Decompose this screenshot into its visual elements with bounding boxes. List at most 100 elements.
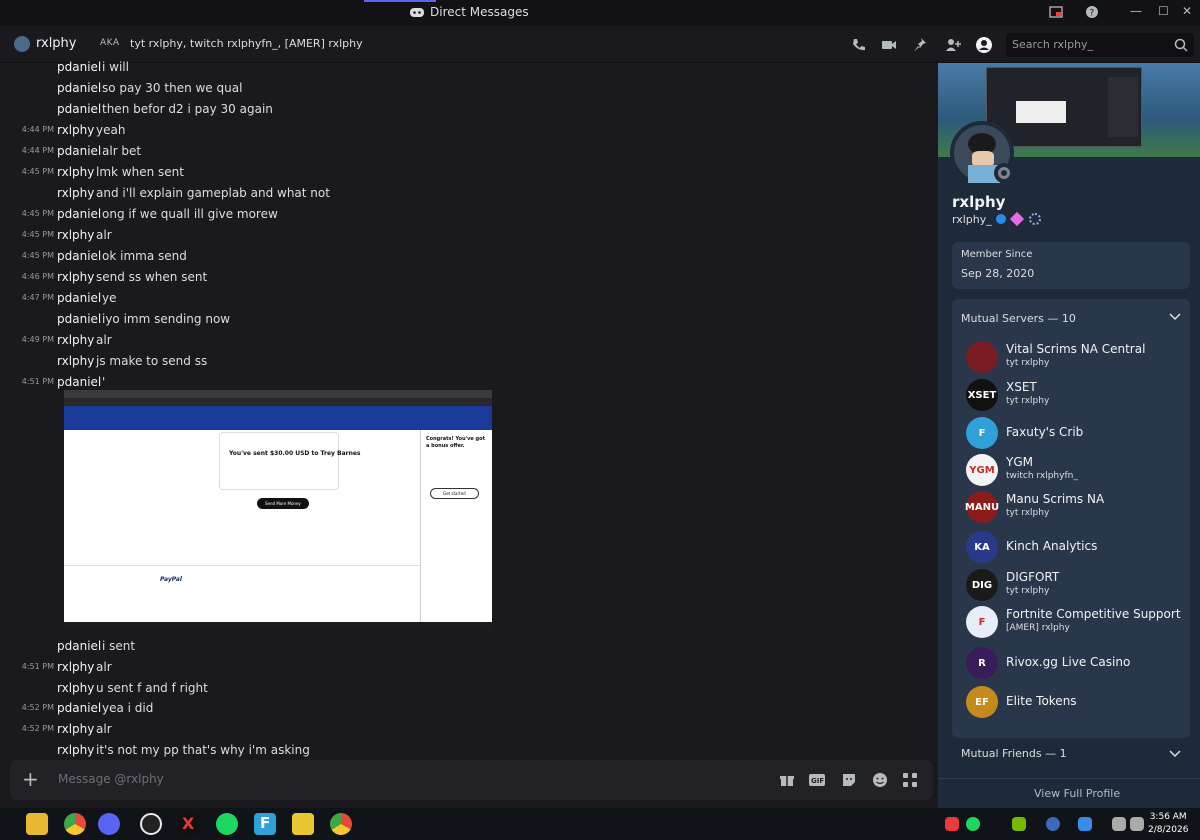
message-author[interactable]: rxlphy	[57, 743, 94, 757]
mutual-server-item[interactable]: KA Kinch Analytics	[966, 530, 1188, 564]
chevron-down-icon[interactable]	[1168, 312, 1182, 322]
mutual-server-item[interactable]: EF Elite Tokens	[966, 685, 1188, 719]
apps-icon[interactable]	[901, 771, 919, 789]
add-attachment-icon[interactable]: +	[22, 767, 39, 791]
message-composer[interactable]: + Message @rxlphy GIF	[10, 760, 933, 800]
profile-toggle-icon[interactable]	[975, 36, 993, 54]
maximize-icon[interactable]: ☐	[1158, 4, 1169, 18]
badge-icon[interactable]	[996, 214, 1006, 224]
message-row[interactable]: pdaniel i will	[0, 60, 938, 78]
message-row[interactable]: rxlphy and i'll explain gameplab and what…	[0, 184, 938, 204]
mutual-server-item[interactable]: MANU Manu Scrims NA tyt rxlphy	[965, 490, 1188, 524]
message-row[interactable]: pdaniel iyo imm sending now	[0, 310, 938, 330]
x-app-icon[interactable]: X	[178, 813, 200, 835]
voice-call-icon[interactable]	[850, 36, 868, 54]
message-list[interactable]: pdaniel i will pdaniel so pay 30 then we qu…	[0, 60, 938, 760]
mutual-friends-label[interactable]: Mutual Friends — 1	[961, 747, 1067, 760]
mutual-server-item[interactable]: Vital Scrims NA Central tyt rxlphy	[966, 340, 1188, 374]
message-author[interactable]: pdaniel	[57, 102, 101, 116]
message-author[interactable]: rxlphy	[57, 270, 94, 284]
message-author[interactable]: pdaniel	[57, 144, 101, 158]
chevron-down-icon[interactable]	[1168, 749, 1182, 759]
message-row[interactable]: pdaniel then befor d2 i pay 30 again	[0, 100, 938, 120]
attachment-image[interactable]: You've sent $30.00 USD to Trey Barnes Se…	[64, 390, 492, 630]
message-author[interactable]: pdaniel	[57, 81, 101, 95]
message-input[interactable]: Message @rxlphy	[58, 772, 164, 786]
message-author[interactable]: rxlphy	[57, 660, 94, 674]
file-explorer-icon[interactable]	[26, 813, 48, 835]
message-row[interactable]: pdaniel so pay 30 then we qual	[0, 79, 938, 99]
message-author[interactable]: pdaniel	[57, 701, 101, 715]
tray-nvidia-icon[interactable]	[1012, 817, 1026, 831]
video-call-icon[interactable]	[880, 36, 898, 54]
tray-spotify-icon[interactable]	[966, 817, 980, 831]
message-author[interactable]: pdaniel	[57, 639, 101, 653]
message-author[interactable]: rxlphy	[57, 123, 94, 137]
message-row[interactable]: 4:51 PM rxlphy alr	[0, 658, 938, 678]
sticker-icon[interactable]	[840, 771, 858, 789]
message-author[interactable]: rxlphy	[57, 228, 94, 242]
spotify-icon[interactable]	[216, 813, 238, 835]
message-row[interactable]: 4:46 PM rxlphy send ss when sent	[0, 268, 938, 288]
tray-steam-icon[interactable]	[1046, 817, 1060, 831]
boost-badge-icon[interactable]	[1029, 213, 1041, 225]
mutual-server-item[interactable]: DIG DIGFORT tyt rxlphy	[966, 568, 1188, 602]
message-author[interactable]: rxlphy	[57, 186, 94, 200]
message-row[interactable]: 4:45 PM pdaniel ong if we quall ill give m…	[0, 205, 938, 225]
tray-volume-icon[interactable]	[1130, 817, 1144, 831]
message-author[interactable]: pdaniel	[57, 312, 101, 326]
chrome-icon[interactable]	[64, 813, 86, 835]
add-friends-icon[interactable]	[944, 36, 962, 54]
message-author[interactable]: rxlphy	[57, 722, 94, 736]
tray-icon[interactable]	[945, 817, 959, 831]
message-row[interactable]: 4:49 PM rxlphy alr	[0, 331, 938, 351]
message-row[interactable]: rxlphy js make to send ss	[0, 352, 938, 372]
mutual-server-item[interactable]: YGM YGM twitch rxlphyfn_	[966, 453, 1188, 487]
mutual-server-item[interactable]: F Faxuty's Crib	[966, 416, 1188, 450]
discord-taskbar-icon[interactable]	[98, 813, 120, 835]
message-row[interactable]: 4:52 PM rxlphy alr	[0, 720, 938, 740]
mutual-server-item[interactable]: R Rivox.gg Live Casino	[966, 646, 1188, 680]
tray-network-icon[interactable]	[1112, 817, 1126, 831]
message-row[interactable]: 4:45 PM pdaniel ok imma send	[0, 247, 938, 267]
message-author[interactable]: pdaniel	[57, 249, 101, 263]
mutual-server-item[interactable]: XSET XSET tyt rxlphy	[966, 378, 1188, 412]
pin-icon[interactable]	[912, 36, 930, 54]
message-row[interactable]: 4:44 PM rxlphy yeah	[0, 121, 938, 141]
message-row[interactable]: 4:45 PM rxlphy alr	[0, 226, 938, 246]
minimize-icon[interactable]: —	[1130, 4, 1142, 18]
header-username[interactable]: rxlphy	[36, 36, 77, 51]
message-row[interactable]: 4:52 PM pdaniel yea i did	[0, 699, 938, 719]
gift-icon[interactable]	[778, 771, 796, 789]
header-avatar[interactable]	[14, 36, 30, 52]
message-row[interactable]: rxlphy u sent f and f right	[0, 679, 938, 699]
close-icon[interactable]: ✕	[1182, 4, 1192, 18]
nitro-badge-icon[interactable]	[1009, 211, 1025, 227]
message-author[interactable]: rxlphy	[57, 165, 94, 179]
message-author[interactable]: pdaniel	[57, 375, 101, 389]
search-input[interactable]: Search rxlphy_	[1006, 33, 1194, 57]
message-row[interactable]: pdaniel i sent	[0, 637, 938, 657]
app-icon[interactable]	[140, 813, 162, 835]
chrome-icon[interactable]	[330, 813, 352, 835]
message-row[interactable]: rxlphy it's not my pp that's why i'm aski…	[0, 741, 938, 760]
tray-bluetooth-icon[interactable]	[1078, 817, 1092, 831]
view-full-profile-button[interactable]: View Full Profile	[938, 778, 1200, 808]
message-author[interactable]: rxlphy	[57, 681, 94, 695]
message-row[interactable]: 4:47 PM pdaniel ye	[0, 289, 938, 309]
message-row[interactable]: 4:45 PM rxlphy lmk when sent	[0, 163, 938, 183]
message-author[interactable]: rxlphy	[57, 354, 94, 368]
emoji-icon[interactable]	[871, 771, 889, 789]
mutual-server-item[interactable]: F Fortnite Competitive Support [AMER] rxlp…	[966, 605, 1188, 639]
inbox-icon[interactable]	[1049, 5, 1063, 19]
message-author[interactable]: pdaniel	[57, 207, 101, 221]
gif-icon[interactable]: GIF	[808, 771, 826, 789]
message-author[interactable]: pdaniel	[57, 60, 101, 74]
help-icon[interactable]: ?	[1085, 5, 1099, 19]
fortnite-icon[interactable]: F	[254, 813, 276, 835]
message-author[interactable]: pdaniel	[57, 291, 101, 305]
message-author[interactable]: rxlphy	[57, 333, 94, 347]
mutual-servers-label[interactable]: Mutual Servers — 10	[961, 312, 1076, 325]
message-row[interactable]: 4:44 PM pdaniel alr bet	[0, 142, 938, 162]
media-player-icon[interactable]	[292, 813, 314, 835]
